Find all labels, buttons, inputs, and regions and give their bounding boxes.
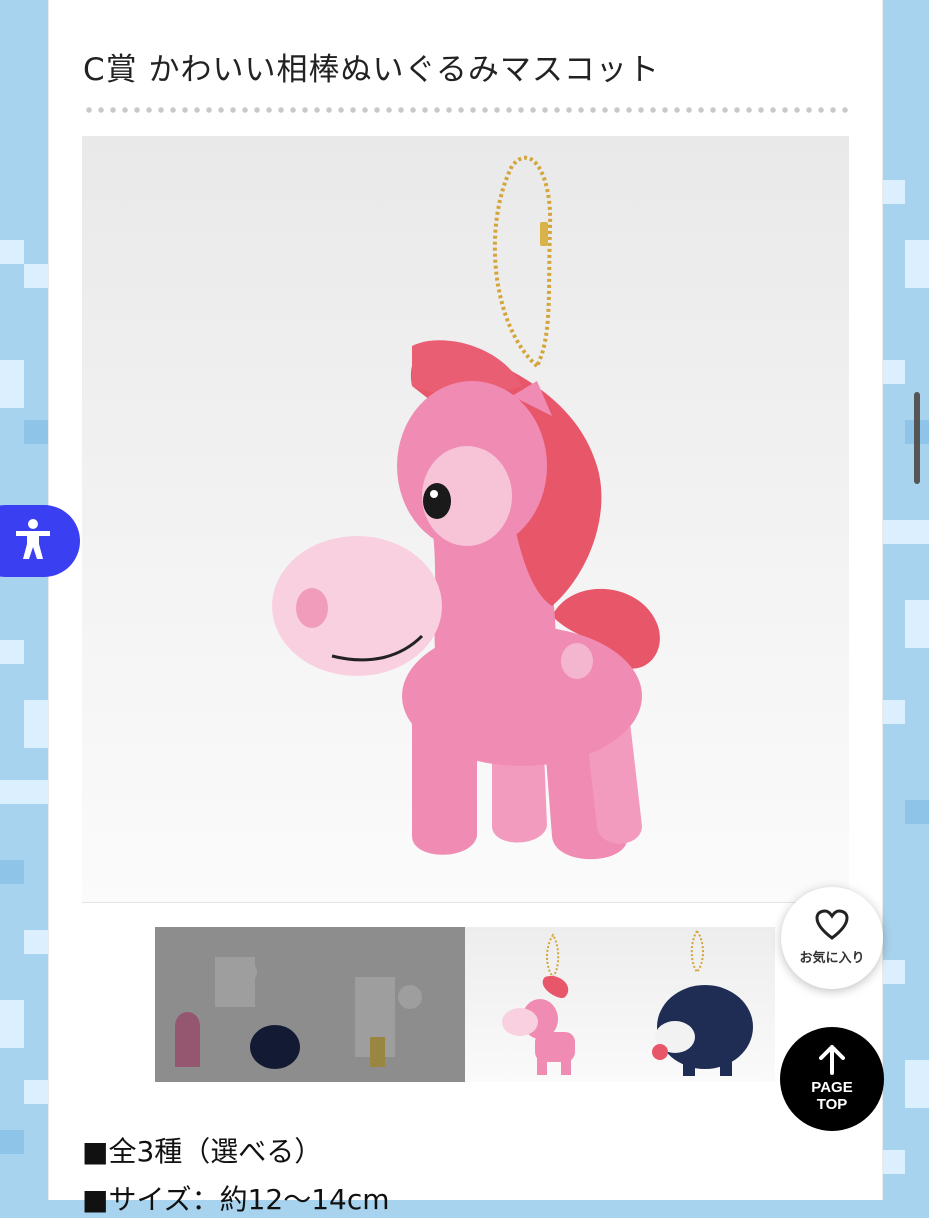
main-product-image[interactable]	[82, 136, 849, 903]
right-background-pattern	[881, 0, 929, 1200]
thumbnail-horse-and-cow[interactable]	[465, 927, 775, 1082]
page-top-line2: TOP	[816, 1096, 848, 1113]
page-top-button[interactable]: PAGE TOP	[780, 1027, 884, 1131]
accessibility-button[interactable]	[0, 505, 80, 577]
scrollbar[interactable]	[914, 392, 920, 484]
product-title: C賞 かわいい相棒ぬいぐるみマスコット	[83, 52, 660, 88]
arrow-up-icon	[818, 1043, 846, 1079]
product-content: C賞 かわいい相棒ぬいぐるみマスコット ■全3種（選べる） ■サイズ：約12〜1…	[48, 0, 883, 1216]
favorite-label: お気に入り	[799, 951, 865, 966]
thumbnail-dim-overlay	[155, 927, 465, 1082]
spec-size: ■サイズ：約12〜14cm	[82, 1183, 390, 1216]
pink-horse-plush-image	[272, 155, 660, 860]
page-top-line1: PAGE	[811, 1079, 853, 1096]
heart-icon	[815, 909, 849, 945]
spec-variants: ■全3種（選べる）	[82, 1135, 323, 1168]
thumbnail-strip	[155, 927, 775, 1082]
horse-and-cow-thumbnail-image	[502, 929, 753, 1076]
thumbnail-all-variants[interactable]	[155, 927, 465, 1082]
page-top-label: PAGE TOP	[780, 1079, 884, 1113]
favorite-button[interactable]: お気に入り	[781, 887, 883, 989]
dotted-divider	[83, 107, 849, 113]
left-background-pattern	[0, 0, 48, 1200]
accessibility-icon	[10, 517, 56, 567]
